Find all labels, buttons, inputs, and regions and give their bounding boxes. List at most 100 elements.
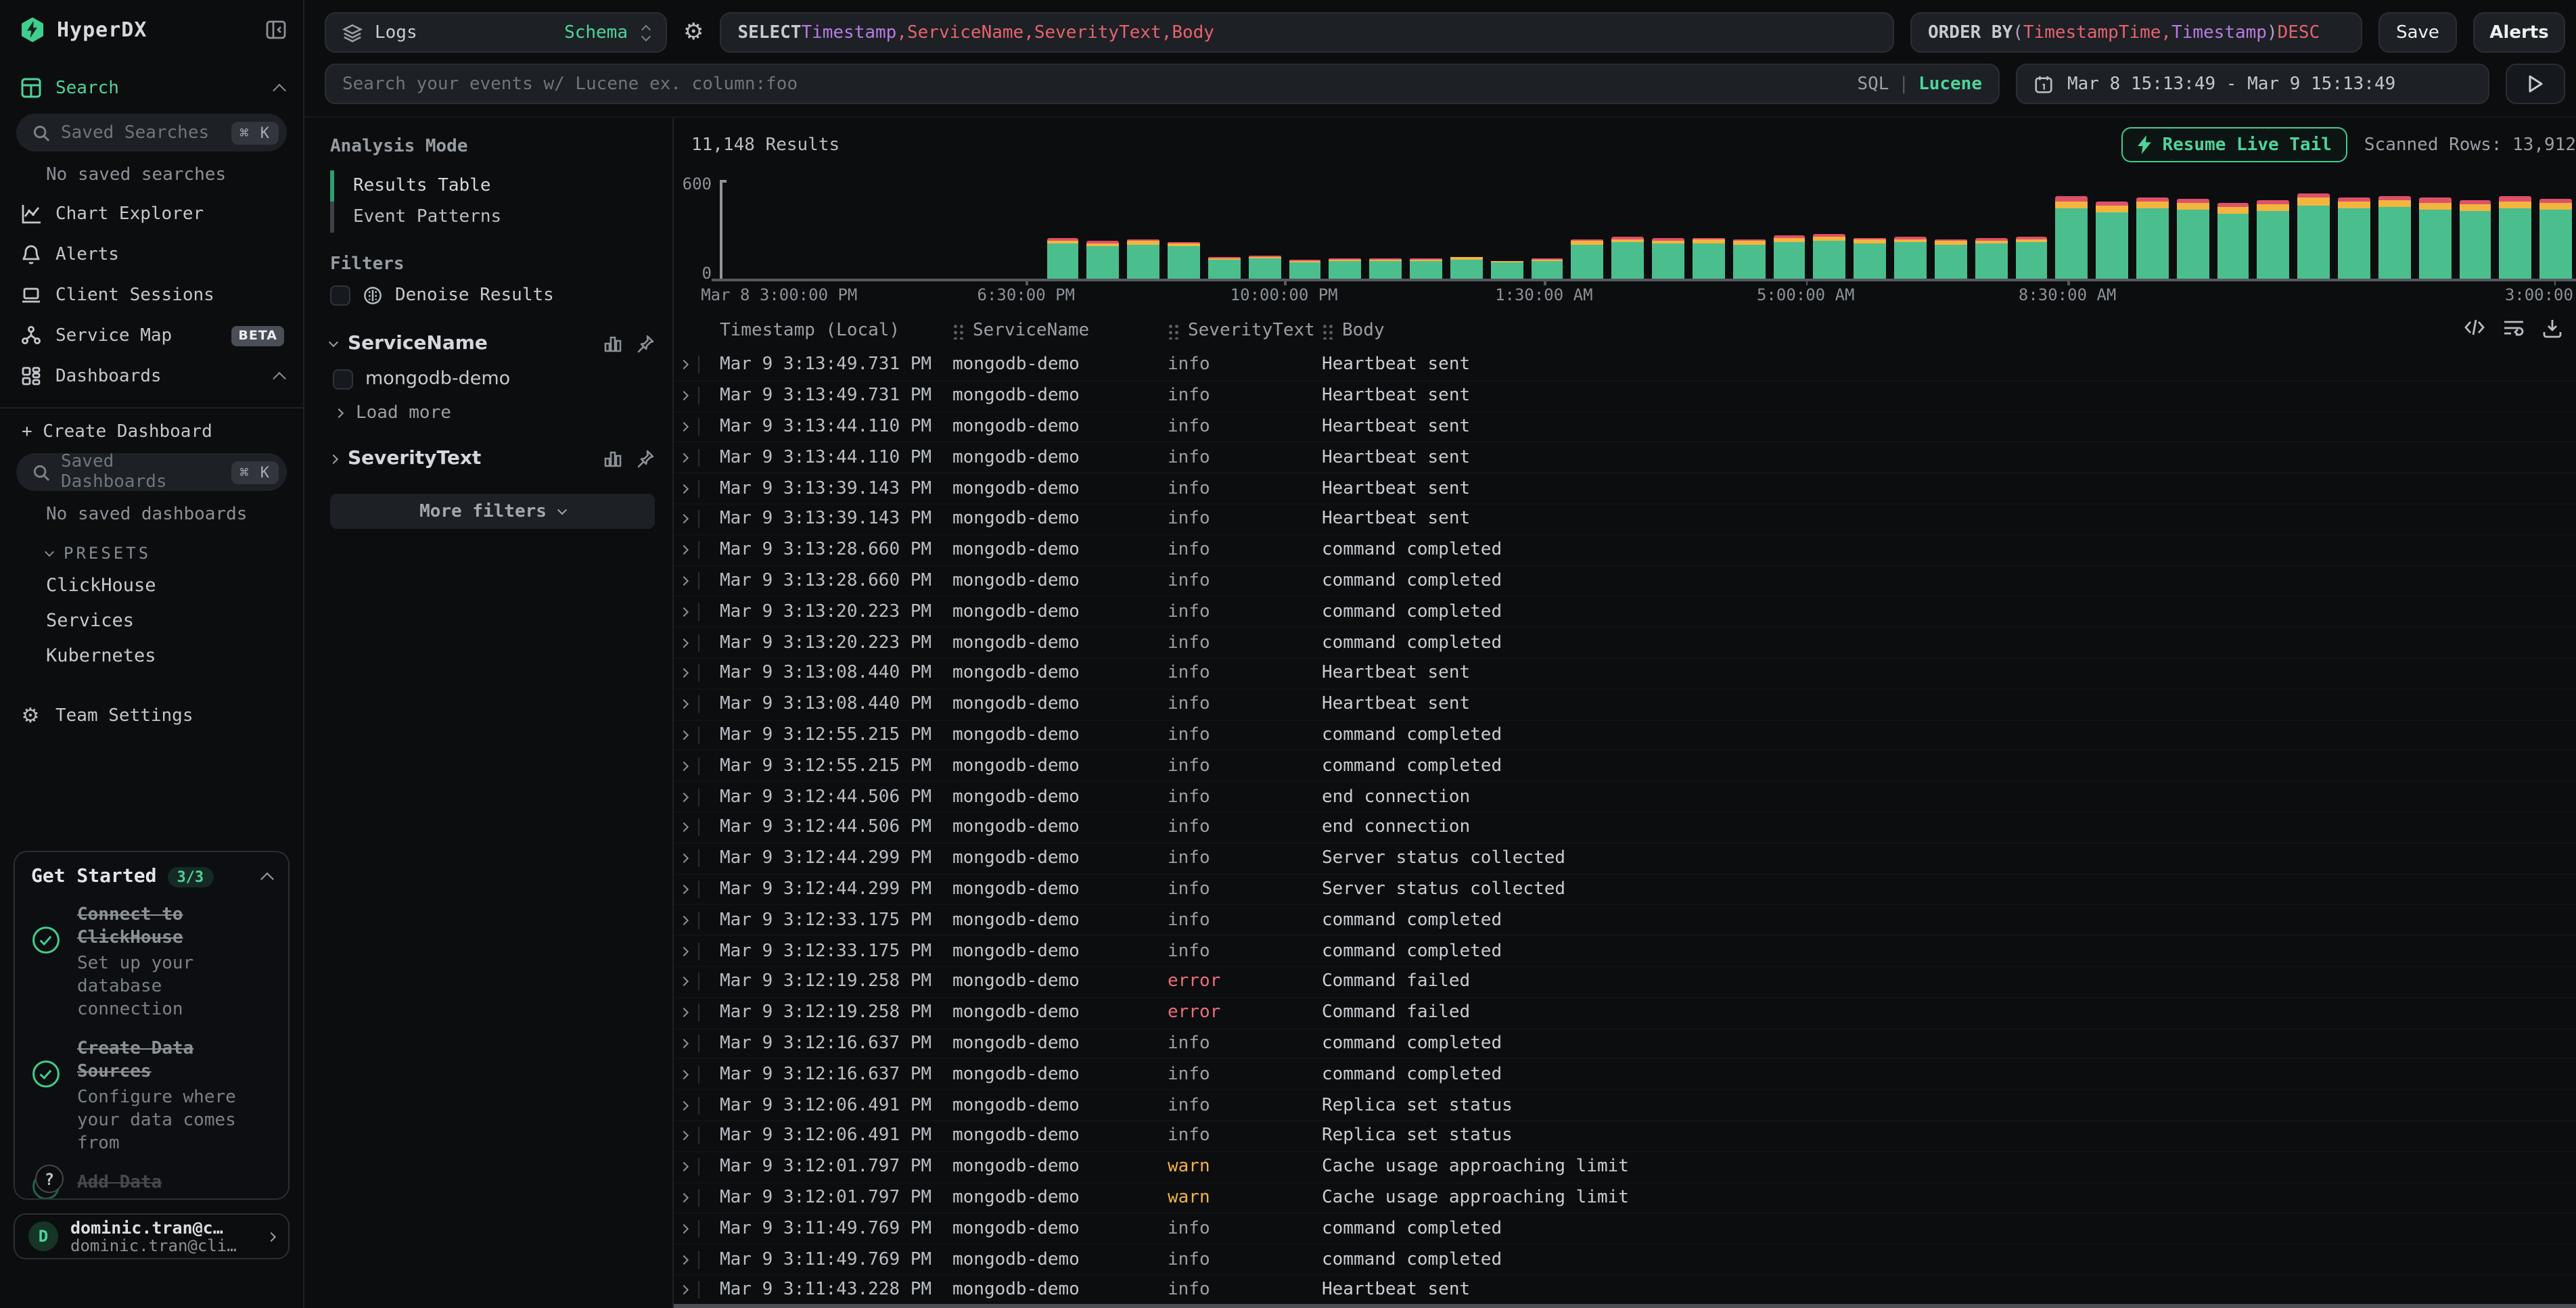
expand-row-icon[interactable] — [679, 576, 689, 586]
histogram-bar[interactable] — [962, 180, 1003, 279]
histogram-bar[interactable] — [1527, 180, 1567, 279]
histogram-bar[interactable] — [1406, 180, 1446, 279]
histogram-bar[interactable] — [720, 180, 760, 279]
histogram-bar[interactable] — [2092, 180, 2132, 279]
drag-handle-icon[interactable] — [952, 322, 965, 340]
table-row[interactable]: Mar 9 3:12:16.637 PMmongodb-demoinfocomm… — [674, 1060, 2576, 1091]
table-row[interactable]: Mar 9 3:12:01.797 PMmongodb-demowarnCach… — [674, 1183, 2576, 1214]
analysis-mode-results-table[interactable]: Results Table — [330, 170, 655, 202]
expand-row-icon[interactable] — [679, 1100, 689, 1110]
histogram-bar[interactable] — [2173, 180, 2213, 279]
table-row[interactable]: Mar 9 3:12:44.299 PMmongodb-demoinfoServ… — [674, 874, 2576, 906]
expand-row-icon[interactable] — [679, 360, 689, 370]
code-view-icon[interactable] — [2464, 318, 2485, 338]
download-icon[interactable] — [2542, 318, 2562, 338]
expand-row-icon[interactable] — [679, 1069, 689, 1079]
histogram-bar[interactable] — [800, 180, 841, 279]
checkbox[interactable] — [333, 369, 353, 389]
table-row[interactable]: Mar 9 3:13:20.223 PMmongodb-demoinfocomm… — [674, 628, 2576, 659]
sidebar-collapse-icon[interactable] — [265, 19, 287, 41]
table-row[interactable]: Mar 9 3:12:19.258 PMmongodb-demoerrorCom… — [674, 998, 2576, 1029]
alerts-button[interactable]: Alerts — [2473, 12, 2565, 53]
expand-row-icon[interactable] — [679, 977, 689, 987]
source-selector[interactable]: Logs Schema — [325, 12, 667, 53]
get-started-item-connect[interactable]: Connect to ClickHouse Set up your databa… — [31, 904, 272, 1021]
expand-row-icon[interactable] — [679, 1162, 689, 1171]
date-range-picker[interactable]: Mar 8 15:13:49 - Mar 9 15:13:49 — [2016, 64, 2489, 104]
expand-row-icon[interactable] — [679, 885, 689, 894]
column-header-timestamp[interactable]: Timestamp (Local) — [720, 321, 952, 341]
search-input[interactable] — [342, 74, 1846, 94]
expand-row-icon[interactable] — [679, 915, 689, 925]
histogram-bar[interactable] — [1849, 180, 1890, 279]
sidebar-item-preset[interactable]: Kubernetes — [0, 638, 303, 674]
sidebar-item-chart-explorer[interactable]: Chart Explorer — [0, 193, 303, 234]
drag-handle-icon[interactable] — [1168, 322, 1180, 340]
order-by-input[interactable]: ORDER BY (TimestampTime, Timestamp) DESC — [1910, 12, 2362, 53]
create-dashboard-button[interactable]: + Create Dashboard — [0, 414, 303, 448]
sidebar-item-search[interactable]: Search — [0, 68, 303, 108]
select-clause-input[interactable]: SELECT Timestamp,ServiceName,SeverityTex… — [720, 12, 1895, 53]
histogram-bar[interactable] — [1003, 180, 1043, 279]
table-row[interactable]: Mar 9 3:12:44.299 PMmongodb-demoinfoServ… — [674, 844, 2576, 875]
filter-group-servicename[interactable]: ServiceName — [330, 333, 655, 354]
column-header-servicename[interactable]: ServiceName — [952, 321, 1168, 341]
expand-row-icon[interactable] — [679, 761, 689, 770]
table-row[interactable]: Mar 9 3:12:19.258 PMmongodb-demoerrorCom… — [674, 967, 2576, 998]
sidebar-item-team-settings[interactable]: ⚙ Team Settings — [0, 695, 303, 736]
table-row[interactable]: Mar 9 3:11:49.769 PMmongodb-demoinfocomm… — [674, 1214, 2576, 1245]
table-row[interactable]: Mar 9 3:13:39.143 PMmongodb-demoinfoHear… — [674, 505, 2576, 536]
chart-toggle-icon[interactable] — [603, 334, 622, 353]
saved-searches-input[interactable]: Saved Searches ⌘ K — [16, 114, 287, 151]
expand-row-icon[interactable] — [679, 391, 689, 400]
histogram-bar[interactable] — [2011, 180, 2052, 279]
table-row[interactable]: Mar 9 3:13:49.731 PMmongodb-demoinfoHear… — [674, 381, 2576, 413]
table-row[interactable]: Mar 9 3:12:55.215 PMmongodb-demoinfocomm… — [674, 720, 2576, 751]
pin-icon[interactable] — [636, 334, 655, 353]
run-query-button[interactable] — [2506, 64, 2565, 104]
table-row[interactable]: Mar 9 3:12:44.506 PMmongodb-demoinfoend … — [674, 813, 2576, 844]
histogram-bar[interactable] — [1971, 180, 2011, 279]
sidebar-item-service-map[interactable]: Service Map BETA — [0, 315, 303, 356]
table-row[interactable]: Mar 9 3:12:44.506 PMmongodb-demoinfoend … — [674, 782, 2576, 813]
chevron-up-icon[interactable] — [260, 872, 274, 885]
schema-link[interactable]: Schema — [564, 22, 628, 43]
histogram-bar[interactable] — [2213, 180, 2253, 279]
resume-live-tail-button[interactable]: Resume Live Tail — [2121, 127, 2347, 162]
histogram-bar[interactable] — [1325, 180, 1366, 279]
sql-toggle[interactable]: SQL — [1857, 74, 1889, 94]
load-more-button[interactable]: Load more — [330, 395, 655, 426]
sidebar-item-preset[interactable]: Services — [0, 603, 303, 638]
expand-row-icon[interactable] — [679, 422, 689, 431]
table-row[interactable]: Mar 9 3:13:28.660 PMmongodb-demoinfocomm… — [674, 536, 2576, 567]
save-button[interactable]: Save — [2378, 12, 2457, 53]
pin-icon[interactable] — [636, 449, 655, 468]
histogram-bar[interactable] — [1285, 180, 1325, 279]
denoise-results-checkbox-row[interactable]: Denoise Results — [330, 280, 655, 311]
table-row[interactable]: Mar 9 3:13:08.440 PMmongodb-demoinfoHear… — [674, 659, 2576, 690]
expand-row-icon[interactable] — [679, 1255, 689, 1264]
expand-row-icon[interactable] — [679, 1223, 689, 1233]
filter-value-mongodb-demo[interactable]: mongodb-demo — [330, 363, 655, 395]
table-row[interactable]: Mar 9 3:13:28.660 PMmongodb-demoinfocomm… — [674, 566, 2576, 597]
table-row[interactable]: Mar 9 3:12:01.797 PMmongodb-demowarnCach… — [674, 1152, 2576, 1183]
column-header-body[interactable]: Body — [1322, 321, 2576, 341]
expand-row-icon[interactable] — [679, 1039, 689, 1048]
help-button[interactable]: ? — [35, 1165, 64, 1193]
histogram-bar[interactable] — [1486, 180, 1527, 279]
histogram-bar[interactable] — [1769, 180, 1810, 279]
table-row[interactable]: Mar 9 3:12:33.175 PMmongodb-demoinfocomm… — [674, 906, 2576, 937]
expand-row-icon[interactable] — [679, 669, 689, 678]
query-language-toggle[interactable]: SQL | Lucene — [1857, 74, 1982, 94]
expand-row-icon[interactable] — [679, 1131, 689, 1141]
histogram-bar[interactable] — [1810, 180, 1850, 279]
table-row[interactable]: Mar 9 3:13:44.110 PMmongodb-demoinfoHear… — [674, 443, 2576, 474]
get-started-item-sources[interactable]: Create Data Sources Configure where your… — [31, 1037, 272, 1155]
table-row[interactable]: Mar 9 3:12:55.215 PMmongodb-demoinfocomm… — [674, 751, 2576, 783]
histogram-bar[interactable] — [1890, 180, 1931, 279]
histogram-bar[interactable] — [2374, 180, 2415, 279]
expand-row-icon[interactable] — [679, 484, 689, 493]
expand-row-icon[interactable] — [679, 607, 689, 616]
histogram-bar[interactable] — [1607, 180, 1648, 279]
histogram-bar[interactable] — [1688, 180, 1729, 279]
